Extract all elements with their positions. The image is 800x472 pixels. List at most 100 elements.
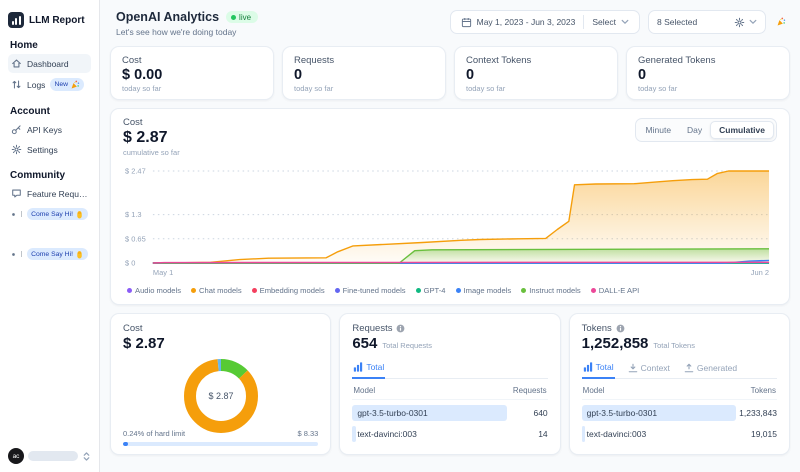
party-popper-emoji — [776, 17, 786, 27]
stat-title: Requests — [294, 55, 434, 66]
range-day-button[interactable]: Day — [679, 122, 710, 138]
stat-title: Cost — [122, 55, 262, 66]
live-badge: live — [226, 11, 258, 23]
legend-label: Embedding models — [260, 286, 325, 295]
sidebar-item-label: Discord — [21, 209, 22, 219]
sidebar-item-label: Discord — [21, 249, 22, 259]
stat-title: Context Tokens — [466, 55, 606, 66]
stat-cards-row: Cost$ 0.00today so far Requests 0 today so … — [110, 46, 790, 100]
app-logo[interactable]: LLM Report — [8, 12, 91, 28]
date-range-group: May 1, 2023 - Jun 3, 2023 Select — [450, 10, 640, 34]
header-controls: May 1, 2023 - Jun 3, 2023 Select 8 Selec… — [450, 10, 788, 34]
sidebar-item-discord[interactable]: Discord Come Say Hi! — [8, 244, 91, 264]
tab-total[interactable]: Total — [582, 360, 615, 379]
cost-card-value: $ 2.87 — [123, 335, 318, 352]
dot-icon — [11, 212, 16, 217]
requests-table-header: ModelRequests — [352, 386, 547, 400]
sidebar-item-label: Logs — [27, 80, 45, 90]
workspace-selector[interactable]: ac — [8, 448, 91, 464]
stat-value: 0 — [466, 67, 606, 83]
sidebar-item-api-keys[interactable]: API Keys — [8, 120, 91, 139]
tab-generated[interactable]: Generated — [683, 360, 738, 378]
badge-label: Come Say Hi! — [31, 251, 73, 258]
legend-item[interactable]: Image models — [456, 286, 512, 295]
column-model: Model — [353, 386, 375, 395]
legend-label: Image models — [464, 286, 512, 295]
date-range-picker[interactable]: May 1, 2023 - Jun 3, 2023 — [459, 17, 578, 28]
row-value: 640 — [533, 408, 547, 418]
requests-caption: Total Requests — [382, 341, 432, 350]
group-select-dropdown[interactable]: Select — [590, 17, 631, 27]
legend-dot — [456, 288, 461, 293]
legend-dot — [591, 288, 596, 293]
legend-dot — [335, 288, 340, 293]
hard-limit-progressbar — [123, 442, 318, 446]
stat-card-cost: Cost$ 0.00today so far — [110, 46, 274, 100]
sidebar-section-title: Account — [10, 106, 89, 117]
group-select-label: Select — [592, 17, 616, 27]
svg-text:$ 0: $ 0 — [125, 258, 135, 267]
svg-text:Jun 2: Jun 2 — [751, 268, 769, 277]
tokens-table-body: gpt-3.5-turbo-03011,233,843text-davinci:… — [582, 405, 777, 442]
sidebar-item-feature-request[interactable]: Feature Request — [8, 184, 91, 203]
legend-dot — [521, 288, 526, 293]
tab-total[interactable]: Total — [352, 360, 385, 379]
sidebar-item-discord[interactable]: Discord Come Say Hi! — [8, 204, 91, 224]
info-icon — [396, 324, 405, 333]
dot-icon — [11, 252, 16, 257]
svg-text:May 1: May 1 — [153, 268, 173, 277]
svg-text:$ 2.87: $ 2.87 — [208, 391, 233, 401]
party-popper-emoji — [70, 80, 80, 90]
sidebar-item-settings[interactable]: Settings — [8, 140, 91, 159]
main-content: OpenAI Analytics live Let's see how we'r… — [100, 0, 800, 472]
stat-value: $ 0.00 — [122, 67, 262, 83]
legend-item[interactable]: Instruct models — [521, 286, 581, 295]
bar-chart-icon — [583, 362, 593, 372]
stat-caption: today so far — [638, 84, 778, 93]
legend-item[interactable]: DALL-E API — [591, 286, 640, 295]
legend-label: Instruct models — [529, 286, 581, 295]
model-name: gpt-3.5-turbo-0301 — [352, 408, 427, 418]
llm-report-logo-icon — [8, 12, 24, 28]
sidebar-item-label: Dashboard — [27, 59, 69, 69]
badge-label: New — [54, 81, 68, 88]
app-title: LLM Report — [29, 15, 85, 26]
legend-dot — [191, 288, 196, 293]
sidebar: LLM Report HomeDashboardLogsNewAccountAP… — [0, 0, 100, 472]
cost-chart-card: Cost $ 2.87 cumulative so far MinuteDayC… — [110, 108, 790, 305]
svg-text:$ 2.47: $ 2.47 — [125, 166, 146, 175]
sidebar-item-badge: Come Say Hi! — [27, 208, 88, 220]
models-filter-dropdown[interactable]: 8 Selected — [648, 10, 766, 34]
hard-limit-value: $ 8.33 — [297, 429, 318, 438]
stat-card-context-tokens: Context Tokens0today so far — [454, 46, 618, 100]
sidebar-section-title: Community — [10, 170, 89, 181]
waving-hand-emoji — [75, 210, 84, 219]
tokens-total: 1,252,858 — [582, 335, 649, 352]
tokens-tabs: Total Context Generated — [582, 360, 777, 379]
legend-item[interactable]: GPT-4 — [416, 286, 446, 295]
sidebar-item-logs[interactable]: Logs New — [8, 74, 91, 95]
tab-context[interactable]: Context — [627, 360, 671, 378]
calendar-icon — [461, 17, 472, 28]
sidebar-item-dashboard[interactable]: Dashboard — [8, 54, 91, 73]
page-header: OpenAI Analytics live Let's see how we'r… — [116, 10, 788, 37]
row-value: 14 — [538, 429, 547, 439]
tab-label: Total — [596, 362, 614, 372]
range-cumulative-button[interactable]: Cumulative — [710, 121, 774, 139]
legend-item[interactable]: Fine-tuned models — [335, 286, 406, 295]
app-root: LLM Report HomeDashboardLogsNewAccountAP… — [0, 0, 800, 472]
sidebar-item-badge: Come Say Hi! — [27, 248, 88, 260]
models-filter-label: 8 Selected — [657, 17, 697, 27]
legend-item[interactable]: Audio models — [127, 286, 181, 295]
legend-item[interactable]: Embedding models — [252, 286, 325, 295]
legend-dot — [127, 288, 132, 293]
live-badge-label: live — [239, 13, 251, 22]
celebration-emoji-button[interactable] — [774, 15, 788, 29]
legend-label: GPT-4 — [424, 286, 446, 295]
hard-limit-progress-fill — [123, 442, 128, 446]
cost-donut-chart: $ 2.87 — [179, 354, 263, 438]
tokens-table-header: ModelTokens — [582, 386, 777, 400]
range-minute-button[interactable]: Minute — [638, 122, 680, 138]
legend-item[interactable]: Chat models — [191, 286, 242, 295]
model-name: text-davinci:003 — [352, 429, 417, 439]
